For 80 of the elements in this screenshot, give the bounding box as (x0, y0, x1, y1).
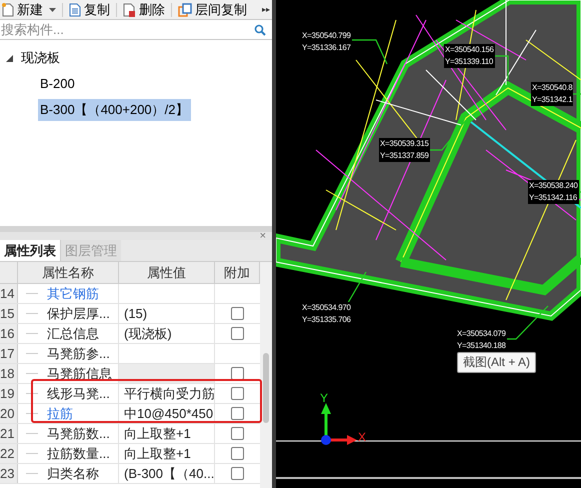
coordinate-label: X=350534.970 (301, 302, 352, 314)
tree-connector-line (26, 473, 38, 474)
tree-connector-line (26, 433, 38, 434)
coordinate-label: Y=351339.110 (444, 56, 495, 68)
scrollbar-thumb[interactable] (263, 353, 269, 423)
row-number: 21 (0, 424, 18, 443)
caret-icon (49, 8, 56, 12)
toolbar-button[interactable]: 层间复制 (178, 0, 247, 20)
delete-document-icon (123, 2, 136, 16)
property-name: 马凳筋数... (47, 424, 110, 443)
row-number: 22 (0, 444, 18, 463)
row-number: 19 (0, 384, 18, 403)
coordinate-label: Y=351342.1 (531, 94, 574, 106)
expanded-arrow-icon[interactable] (6, 54, 13, 62)
checkbox[interactable] (231, 367, 244, 380)
property-name: 线形马凳... (47, 384, 110, 403)
row-number: 15 (0, 304, 18, 323)
tree-item[interactable]: 现浇板 (19, 47, 62, 69)
tree-item[interactable]: B-300【（400+200）/2】 (38, 99, 191, 121)
coordinate-label: Y=351337.859 (379, 150, 430, 162)
row-number: 20 (0, 404, 18, 423)
tree-connector-line (26, 313, 38, 314)
tree-item[interactable]: B-200 (38, 73, 77, 95)
coordinate-label: X=350534.079 (456, 328, 507, 340)
checkbox[interactable] (231, 447, 244, 460)
property-value[interactable]: (15) (119, 304, 215, 323)
row-number: 17 (0, 344, 18, 363)
row-number: 23 (0, 464, 18, 483)
row-number: 16 (0, 324, 18, 343)
checkbox[interactable] (231, 387, 244, 400)
coordinate-label: X=350540.8 (531, 82, 574, 94)
document-icon (69, 2, 81, 16)
toolbar-button[interactable]: 删除 (123, 0, 165, 20)
row-number: 14 (0, 284, 18, 303)
x-axis-label: X (358, 431, 366, 443)
y-axis-label: Y (320, 392, 328, 404)
close-button[interactable]: × (260, 232, 266, 240)
coordinate-label: X=350538.240 (528, 180, 579, 192)
coordinate-label: Y=351342.116 (528, 192, 579, 204)
checkbox[interactable] (231, 427, 244, 440)
coordinate-label: X=350540.156 (444, 44, 495, 56)
property-name: 保护层厚... (47, 304, 110, 323)
property-name: 拉筋数量... (47, 444, 110, 463)
column-header[interactable]: 属性名称 (18, 262, 119, 283)
new-document-icon (2, 2, 14, 16)
property-value[interactable]: (现浇板) (119, 324, 215, 343)
property-name: 归类名称 (47, 464, 99, 483)
tree-connector-line (26, 393, 38, 394)
tooltip: 截图(Alt + A) (457, 352, 536, 373)
row-number: 18 (0, 364, 18, 383)
copy-layers-icon (178, 2, 192, 16)
property-value[interactable]: 平行横向受力筋 (119, 384, 215, 403)
column-header[interactable]: 属性值 (119, 262, 215, 283)
search-icon (254, 24, 266, 36)
property-value[interactable]: 向上取整+1 (119, 444, 215, 463)
toolbar-button[interactable]: 复制 (69, 0, 110, 20)
tree-connector-line (26, 453, 38, 454)
tree-connector-line (26, 353, 38, 354)
origin-dot (321, 435, 331, 445)
checkbox[interactable] (231, 467, 244, 480)
search-field[interactable]: 搜索构件... (0, 20, 254, 40)
tree-connector-line (26, 373, 38, 374)
checkbox[interactable] (231, 327, 244, 340)
tree-connector-line (26, 293, 38, 294)
property-value[interactable]: 中10@450*450 (119, 404, 215, 423)
property-value[interactable]: 向上取整+1 (119, 424, 215, 443)
toolbar-button[interactable]: 新建 (2, 0, 43, 20)
property-name: 汇总信息 (47, 324, 99, 343)
checkbox[interactable] (231, 307, 244, 320)
property-value[interactable]: (B-300【（40... (119, 464, 215, 483)
tree-connector-line (26, 333, 38, 334)
more-button[interactable]: ▸▸ (262, 4, 270, 16)
panel-tab[interactable]: 属性列表 (0, 240, 60, 261)
property-name: 马凳筋参... (47, 344, 110, 363)
coordinate-label: X=350539.315 (379, 138, 430, 150)
checkbox[interactable] (231, 407, 244, 420)
property-name: 其它钢筋 (47, 284, 99, 303)
property-name: 拉筋 (47, 404, 73, 423)
coordinate-label: X=350540.799 (301, 30, 352, 42)
tree-connector-line (26, 413, 38, 414)
